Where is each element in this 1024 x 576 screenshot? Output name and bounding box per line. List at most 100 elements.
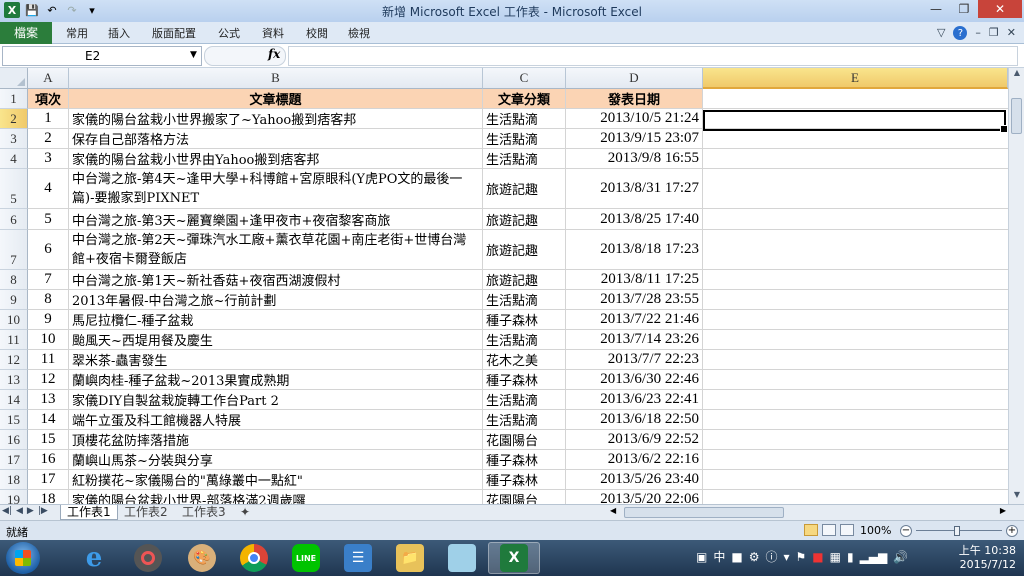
- active-cell-e2[interactable]: [703, 110, 1008, 133]
- cell-date[interactable]: 2013/8/11 17:25: [566, 270, 703, 289]
- minimize-ribbon-icon[interactable]: ▽: [937, 26, 945, 40]
- page-break-view-icon[interactable]: [840, 524, 854, 536]
- column-header-e[interactable]: E: [703, 68, 1008, 89]
- cell-title[interactable]: 翠米茶-蟲害發生: [69, 350, 483, 369]
- close-button[interactable]: ✕: [978, 0, 1022, 18]
- cell-empty[interactable]: [703, 370, 1008, 389]
- taskbar-clock[interactable]: 上午 10:38 2015/7/12: [959, 544, 1016, 572]
- cell-category[interactable]: 花園陽台: [483, 490, 566, 504]
- taskbar-chrome[interactable]: [228, 542, 280, 574]
- restore-button[interactable]: ❐: [950, 0, 978, 18]
- cell-empty[interactable]: [703, 270, 1008, 289]
- cell-category[interactable]: 種子森林: [483, 310, 566, 329]
- ime-mode-icon[interactable]: ■: [731, 550, 742, 564]
- doc-close-icon[interactable]: ✕: [1007, 26, 1016, 40]
- taskbar-excel[interactable]: X: [488, 542, 540, 574]
- tab-review[interactable]: 校閱: [306, 25, 328, 41]
- cell-date[interactable]: 發表日期: [566, 89, 703, 108]
- tray-flag-icon[interactable]: ⚑: [796, 550, 807, 564]
- row-header[interactable]: 6: [0, 209, 28, 230]
- cell-title[interactable]: 2013年暑假-中台灣之旅~行前計劃: [69, 290, 483, 309]
- start-button[interactable]: [6, 542, 40, 574]
- formula-input[interactable]: [288, 46, 1018, 66]
- cell-empty[interactable]: [703, 290, 1008, 309]
- cell-empty[interactable]: [703, 490, 1008, 504]
- network-signal-icon[interactable]: ▂▄▆: [860, 550, 888, 564]
- last-sheet-icon[interactable]: |▶: [38, 506, 48, 516]
- cell-title[interactable]: 家儀的陽台盆栽小世界由Yahoo搬到痞客邦: [69, 149, 483, 168]
- cell-category[interactable]: 旅遊記趣: [483, 230, 566, 269]
- cell-category[interactable]: 生活點滴: [483, 330, 566, 349]
- cell-title[interactable]: 中台灣之旅-第4天~逢甲大學+科博館+宮原眼科(Y虎PO文的最後一篇)-要搬家到…: [69, 169, 483, 208]
- help-icon[interactable]: ?: [953, 26, 968, 40]
- row-header[interactable]: 8: [0, 270, 28, 290]
- sheet-tab-1[interactable]: 工作表1: [60, 505, 118, 520]
- tab-home[interactable]: 常用: [66, 25, 88, 41]
- vertical-scroll-thumb[interactable]: [1011, 98, 1022, 134]
- cell-index[interactable]: 2: [28, 129, 69, 148]
- cell-index[interactable]: 16: [28, 450, 69, 469]
- cell-index[interactable]: 4: [28, 169, 69, 208]
- cell-index[interactable]: 10: [28, 330, 69, 349]
- cell-empty[interactable]: [703, 310, 1008, 329]
- cell-category[interactable]: 種子森林: [483, 370, 566, 389]
- zoom-out-icon[interactable]: −: [900, 525, 912, 537]
- cell-date[interactable]: 2013/7/22 21:46: [566, 310, 703, 329]
- taskbar-blank-doc[interactable]: [436, 542, 488, 574]
- row-header[interactable]: 14: [0, 390, 28, 410]
- cell-date[interactable]: 2013/8/25 17:40: [566, 209, 703, 229]
- row-header[interactable]: 16: [0, 430, 28, 450]
- tab-view[interactable]: 檢視: [348, 25, 370, 41]
- cell-category[interactable]: 生活點滴: [483, 129, 566, 148]
- tab-insert[interactable]: 插入: [108, 25, 130, 41]
- first-sheet-icon[interactable]: ◀|: [2, 506, 12, 516]
- row-header[interactable]: 3: [0, 129, 28, 149]
- cell-empty[interactable]: [703, 169, 1008, 208]
- ime-help-icon[interactable]: ⓘ: [765, 548, 777, 565]
- chevron-down-icon[interactable]: ▼: [190, 50, 197, 60]
- cell-index[interactable]: 7: [28, 270, 69, 289]
- volume-icon[interactable]: 🔊: [893, 550, 908, 564]
- ime-indicator[interactable]: 中: [713, 548, 725, 565]
- cell-date[interactable]: 2013/7/28 23:55: [566, 290, 703, 309]
- cell-category[interactable]: 旅遊記趣: [483, 209, 566, 229]
- cell-date[interactable]: 2013/9/15 23:07: [566, 129, 703, 148]
- cell-empty[interactable]: [703, 430, 1008, 449]
- cell-title[interactable]: 文章標題: [69, 89, 483, 108]
- scroll-up-icon[interactable]: ▲: [1009, 68, 1024, 82]
- cell-category[interactable]: 生活點滴: [483, 149, 566, 168]
- taskbar-line[interactable]: LINE: [280, 542, 332, 574]
- cell-title[interactable]: 頂樓花盆防摔落措施: [69, 430, 483, 449]
- cell-index[interactable]: 3: [28, 149, 69, 168]
- scroll-left-icon[interactable]: ◀: [610, 506, 616, 515]
- tray-antivirus-icon[interactable]: ■: [812, 550, 823, 564]
- zoom-level[interactable]: 100%: [860, 524, 891, 537]
- taskbar-paint[interactable]: 🎨: [176, 542, 228, 574]
- name-box[interactable]: E2: [2, 46, 202, 66]
- cell-category[interactable]: 種子森林: [483, 470, 566, 489]
- cell-category[interactable]: 花園陽台: [483, 430, 566, 449]
- worksheet-grid[interactable]: A B C D E 1 項次 文章標題 文章分類 發表日期 2 1 家儀的陽台盆栽小世界搬家了…: [0, 68, 1008, 504]
- cell-category[interactable]: 生活點滴: [483, 290, 566, 309]
- row-header[interactable]: 4: [0, 149, 28, 169]
- cell-title[interactable]: 中台灣之旅-第3天~麗寶樂園+逢甲夜市+夜宿黎客商旅: [69, 209, 483, 229]
- cell-title[interactable]: 保存自己部落格方法: [69, 129, 483, 148]
- cell-category[interactable]: 旅遊記趣: [483, 270, 566, 289]
- cell-title[interactable]: 家儀的陽台盆栽小世界搬家了~Yahoo搬到痞客邦: [69, 109, 483, 128]
- row-header[interactable]: 1: [0, 89, 28, 109]
- cell-index[interactable]: 14: [28, 410, 69, 429]
- row-header[interactable]: 12: [0, 350, 28, 370]
- next-sheet-icon[interactable]: ▶: [27, 506, 34, 516]
- row-header[interactable]: 11: [0, 330, 28, 350]
- insert-sheet-icon[interactable]: ✦: [234, 505, 256, 520]
- cell-title[interactable]: 紅粉撲花~家儀陽台的"萬綠叢中一點紅": [69, 470, 483, 489]
- cell-title[interactable]: 颱風天~西堤用餐及慶生: [69, 330, 483, 349]
- scroll-right-icon[interactable]: ▶: [1000, 506, 1006, 515]
- ime-settings-icon[interactable]: ⚙: [749, 550, 760, 564]
- cell-title[interactable]: 家儀DIY自製盆栽旋轉工作台Part 2: [69, 390, 483, 409]
- cell-title[interactable]: 蘭嶼山馬茶~分裝與分享: [69, 450, 483, 469]
- cell-empty[interactable]: [703, 350, 1008, 369]
- cell-date[interactable]: 2013/7/7 22:23: [566, 350, 703, 369]
- tab-formulas[interactable]: 公式: [218, 25, 240, 41]
- cell-date[interactable]: 2013/8/31 17:27: [566, 169, 703, 208]
